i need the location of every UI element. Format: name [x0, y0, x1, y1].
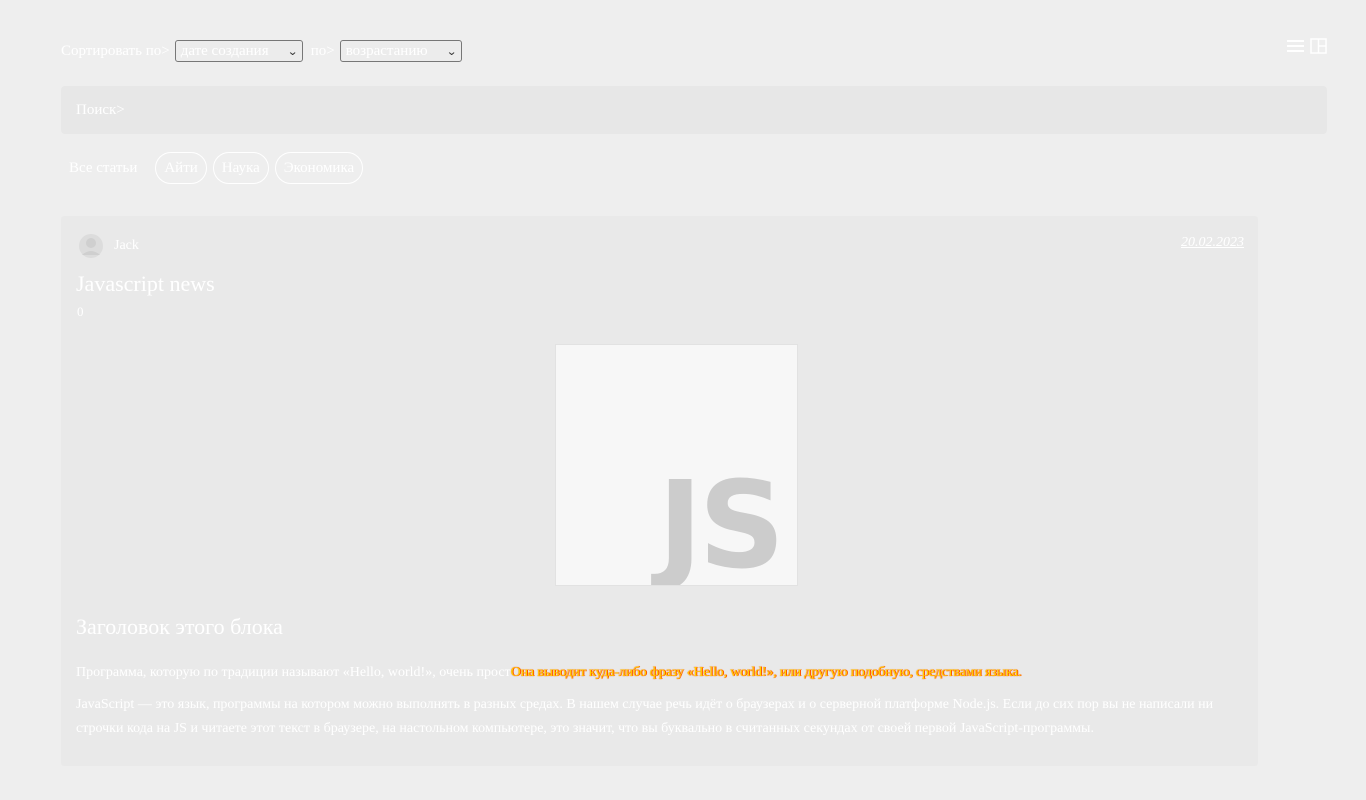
- author-name[interactable]: Jack: [114, 238, 139, 254]
- js-logo-text: JS: [651, 457, 781, 585]
- tab-science[interactable]: Наука: [212, 152, 269, 184]
- tab-economy[interactable]: Экономика: [274, 152, 364, 184]
- layout-icon[interactable]: [1310, 38, 1327, 59]
- article-card: Jack 20.02.2023 Javascript news 0 JS Заг…: [61, 216, 1258, 766]
- category-tabs: Все статьи Айти Наука Экономика: [61, 152, 364, 184]
- sort-order-value: возрастанию: [345, 42, 428, 59]
- paragraph-intro-text: Программа, которую по традиции называют …: [76, 665, 511, 680]
- chevron-down-icon: ⌄: [287, 44, 299, 58]
- paragraph-highlight-text: Она выводит куда-либо фразу «Hello, worl…: [510, 665, 1022, 680]
- javascript-logo-image: JS: [555, 344, 798, 586]
- block-title: Заголовок этого блока: [76, 614, 283, 639]
- article-title[interactable]: Javascript news: [76, 271, 215, 297]
- sort-field-value: дате создания: [180, 42, 269, 59]
- avatar[interactable]: [78, 233, 104, 259]
- search-label: Поиск>: [76, 101, 125, 118]
- tab-all-articles[interactable]: Все статьи: [61, 152, 145, 184]
- view-switcher: [1287, 38, 1327, 59]
- sort-order-label: по>: [310, 42, 335, 59]
- menu-icon[interactable]: [1287, 39, 1304, 58]
- sort-label: Сортировать по>: [61, 42, 170, 59]
- sort-toolbar: Сортировать по> дате создания ⌄ по> возр…: [61, 38, 1327, 64]
- sort-order-select[interactable]: возрастанию ⌄: [339, 40, 462, 62]
- article-header: Jack: [78, 233, 139, 259]
- search-input[interactable]: Поиск>: [61, 86, 1327, 134]
- article-paragraph-body: JavaScript — это язык, программы на кото…: [76, 697, 1214, 736]
- article-date: 20.02.2023: [1181, 235, 1244, 250]
- tab-it[interactable]: Айти: [155, 152, 207, 184]
- article-paragraph-intro: Программа, которую по традиции называют …: [76, 661, 1246, 685]
- chevron-down-icon: ⌄: [446, 44, 458, 58]
- views-count: 0: [77, 304, 84, 319]
- sort-field-select[interactable]: дате создания ⌄: [174, 40, 303, 62]
